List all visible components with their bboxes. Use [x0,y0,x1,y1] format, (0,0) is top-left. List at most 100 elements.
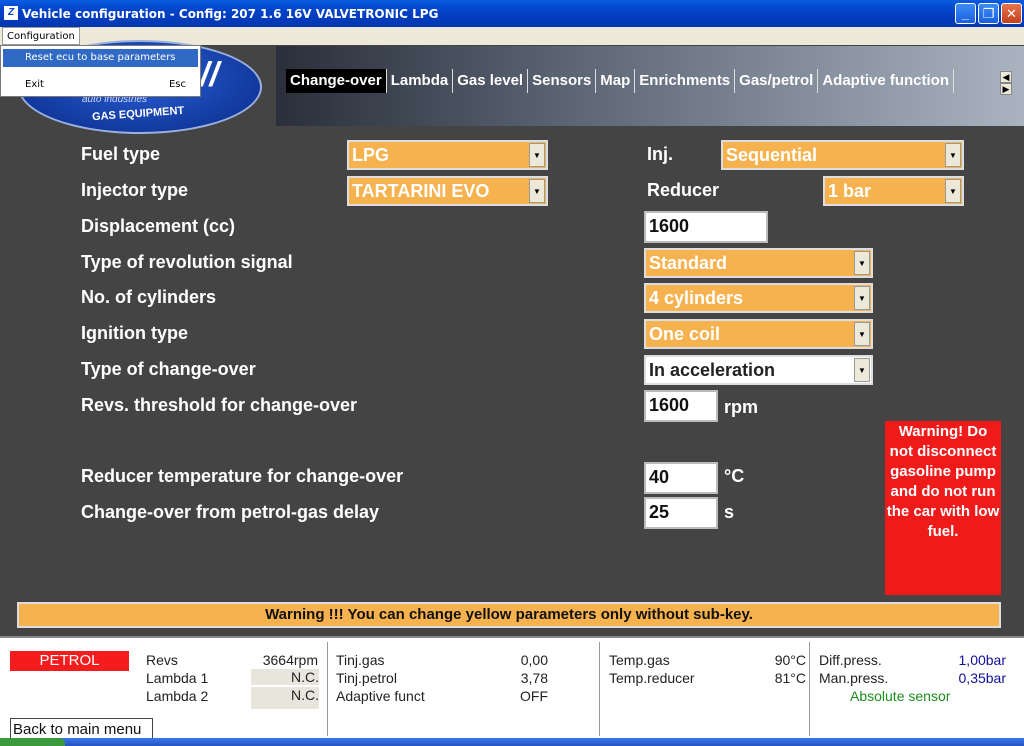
chevron-down-icon[interactable]: ▼ [945,179,961,203]
changeover-type-select[interactable]: In acceleration ▼ [644,355,873,385]
revs-threshold-unit: rpm [724,397,759,417]
sensor-type: Absolute sensor [850,688,951,704]
menu-item-label: Exit [25,79,44,90]
app-icon: Z [4,6,18,20]
man-press-label: Man.press. [819,670,889,686]
lambda1-value: N.C. [251,669,319,685]
rev-signal-label: Type of revolution signal [81,252,293,272]
menu-item-exit[interactable]: Exit Esc [3,76,198,94]
inj-select[interactable]: Sequential ▼ [721,140,964,170]
tab-strip: Change-over Lambda Gas level Sensors Map Enri… [286,69,996,93]
adaptive-value: OFF [520,688,548,704]
tab-lambda[interactable]: Lambda [387,69,454,93]
tinj-gas-value: 0,00 [520,652,548,668]
tab-scroll: ◀▶ [1000,71,1024,95]
ignition-select[interactable]: One coil ▼ [644,319,873,349]
cylinders-select[interactable]: 4 cylinders ▼ [644,283,873,313]
fuel-warning-box: Warning! Do not disconnect gasoline pump… [885,421,1001,595]
cylinders-value: 4 cylinders [649,288,744,308]
tab-scroll-left-icon[interactable]: ◀ [1000,71,1012,83]
tab-change-over[interactable]: Change-over [286,69,387,93]
diff-press-label: Diff.press. [819,652,882,668]
chevron-down-icon[interactable]: ▼ [854,322,870,346]
menu-item-reset-ecu[interactable]: Reset ecu to base parameters [3,49,198,67]
fuel-type-value: LPG [352,145,390,165]
displacement-label: Displacement (cc) [81,216,236,236]
reducer-temp-unit: °C [724,466,745,486]
tab-adaptive-function[interactable]: Adaptive function [818,69,955,93]
ignition-label: Ignition type [81,323,188,343]
inj-value: Sequential [726,145,818,165]
window-title: Vehicle configuration - Config: 207 1.6 … [22,7,439,21]
minimize-button[interactable]: _ [955,3,976,24]
tinj-petrol-label: Tinj.petrol [336,670,397,686]
maximize-button[interactable]: ❐ [978,3,999,24]
start-button[interactable] [0,738,65,746]
title-bar: Z Vehicle configuration - Config: 207 1.… [0,0,1024,27]
fuel-type-select[interactable]: LPG ▼ [347,140,548,170]
chevron-down-icon[interactable]: ▼ [854,358,870,382]
fuel-type-label: Fuel type [81,144,161,164]
revs-value: 3664rpm [262,652,318,668]
lambda2-value: N.C. [251,687,319,709]
rev-signal-value: Standard [649,253,728,273]
lambda1-label: Lambda 1 [146,670,209,686]
reducer-temp-input[interactable]: 40 [644,462,718,494]
delay-unit: s [724,502,735,522]
ignition-value: One coil [649,324,721,344]
chevron-down-icon[interactable]: ▼ [945,143,961,167]
delay-label: Change-over from petrol-gas delay [81,502,380,522]
injector-type-select[interactable]: TARTARINI EVO ▼ [347,176,548,206]
taskbar [0,738,1024,746]
temp-reducer-value: 81°C [774,670,806,686]
tab-scroll-right-icon[interactable]: ▶ [1000,83,1012,95]
reducer-label: Reducer [647,180,720,200]
tab-gas-petrol[interactable]: Gas/petrol [735,69,819,93]
close-button[interactable]: ✕ [1001,3,1022,24]
lambda2-label: Lambda 2 [146,688,209,704]
chevron-down-icon[interactable]: ▼ [854,286,870,310]
diff-press-value: 1,00bar [958,652,1006,668]
menu-configuration[interactable]: Configuration [2,27,80,45]
tab-enrichments[interactable]: Enrichments [635,69,736,93]
menu-item-label: Reset ecu to base parameters [25,52,176,63]
chevron-down-icon[interactable]: ▼ [529,179,545,203]
temp-reducer-label: Temp.reducer [609,670,695,686]
revs-threshold-input[interactable]: 1600 [644,390,718,422]
changeover-type-value: In acceleration [649,360,776,380]
configuration-menu: Reset ecu to base parameters Exit Esc [0,45,201,97]
rev-signal-select[interactable]: Standard ▼ [644,248,873,278]
inj-label: Inj. [647,144,673,164]
temp-gas-value: 90°C [774,652,806,668]
logo-subtitle: GAS EQUIPMENT [91,104,185,124]
fuel-mode-badge: PETROL [10,651,129,671]
reducer-value: 1 bar [828,181,872,201]
injector-type-label: Injector type [81,180,189,200]
delay-input[interactable]: 25 [644,497,718,529]
displacement-input[interactable]: 1600 [644,211,768,243]
tab-map[interactable]: Map [596,69,636,93]
separator [809,642,810,736]
tinj-petrol-value: 3,78 [520,670,548,686]
reducer-temp-label: Reducer temperature for change-over [81,466,404,486]
separator [327,642,328,736]
tinj-gas-label: Tinj.gas [336,652,385,668]
revs-threshold-label: Revs. threshold for change-over [81,395,358,415]
sub-key-warning-bar: Warning !!! You can change yellow parame… [17,602,1001,628]
temp-gas-label: Temp.gas [609,652,670,668]
status-panel: PETROL Revs 3664rpm Lambda 1 N.C. Lambda… [0,636,1024,742]
separator [599,642,600,736]
cylinders-label: No. of cylinders [81,287,217,307]
man-press-value: 0,35bar [958,670,1006,686]
chevron-down-icon[interactable]: ▼ [529,143,545,167]
reducer-select[interactable]: 1 bar ▼ [823,176,964,206]
adaptive-label: Adaptive funct [336,688,425,704]
tab-gas-level[interactable]: Gas level [453,69,529,93]
tab-sensors[interactable]: Sensors [528,69,597,93]
revs-label: Revs [146,652,178,668]
changeover-type-label: Type of change-over [81,359,256,379]
injector-type-value: TARTARINI EVO [352,181,490,201]
logo-mark: // [200,56,219,94]
chevron-down-icon[interactable]: ▼ [854,251,870,275]
menu-item-shortcut: Esc [168,79,186,90]
